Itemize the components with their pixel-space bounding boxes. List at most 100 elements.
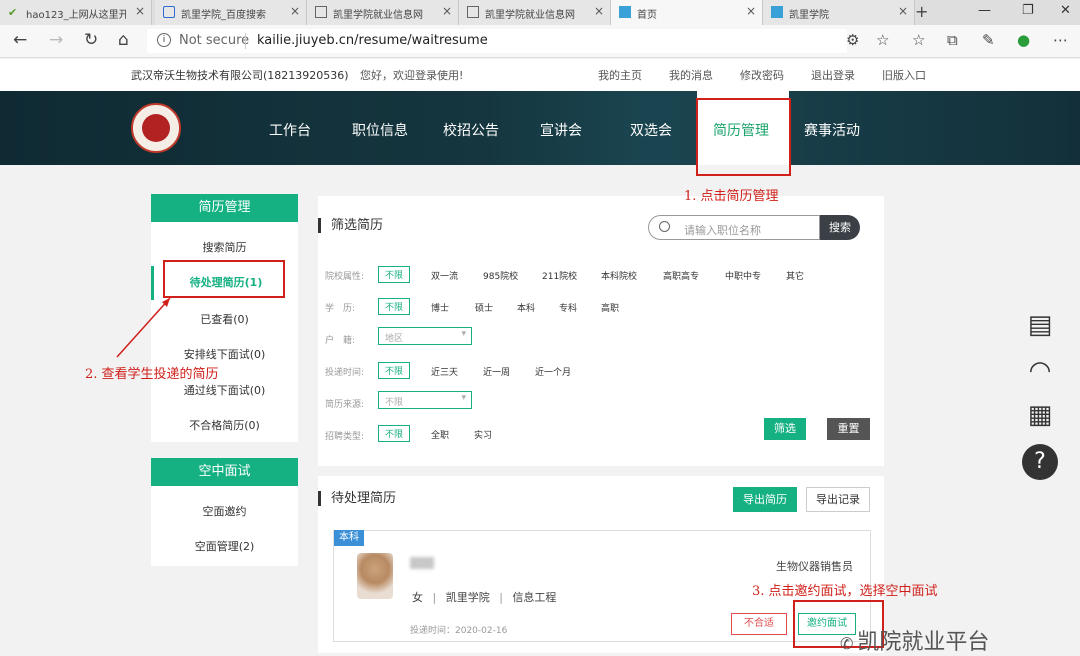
watermark-text: 凯院就业平台 bbox=[857, 630, 990, 655]
browser-tab[interactable]: 凯里学院就业信息网 × bbox=[459, 0, 611, 25]
site-favicon-icon bbox=[771, 6, 783, 18]
filter-label-source: 简历来源: bbox=[325, 400, 365, 410]
sidebar-item-search-resume[interactable]: 搜索简历 bbox=[151, 239, 298, 255]
filter-time-option[interactable]: 近一周 bbox=[483, 365, 510, 378]
filter-school-any[interactable]: 不限 bbox=[378, 266, 411, 283]
filter-type-option[interactable]: 实习 bbox=[474, 428, 492, 441]
close-tab-icon[interactable]: × bbox=[746, 4, 756, 18]
close-tab-icon[interactable]: × bbox=[290, 4, 300, 18]
tab-title: 凯里学院就业信息网 bbox=[333, 10, 423, 21]
annotation-box-nav bbox=[696, 98, 791, 176]
filter-time-any[interactable]: 不限 bbox=[378, 362, 411, 379]
refresh-icon[interactable]: ↻ bbox=[84, 30, 98, 50]
source-select-value: 不限 bbox=[385, 398, 404, 408]
filter-button[interactable]: 筛选 bbox=[764, 418, 806, 440]
filter-edu-option[interactable]: 博士 bbox=[431, 301, 449, 314]
maximize-icon[interactable]: ❐ bbox=[1022, 3, 1034, 18]
browser-tab[interactable]: 凯里学院 × bbox=[763, 0, 915, 25]
url-text[interactable]: kailie.jiuyeb.cn/resume/waitresume bbox=[257, 33, 488, 48]
chevron-down-icon: ▾ bbox=[461, 393, 466, 403]
filter-school-option[interactable]: 本科院校 bbox=[601, 269, 637, 282]
sidebar-item-rejected[interactable]: 不合格简历(0) bbox=[151, 417, 298, 433]
nav-workbench[interactable]: 工作台 bbox=[269, 120, 311, 140]
forward-icon[interactable]: → bbox=[49, 30, 63, 50]
source-select[interactable]: 不限 ▾ bbox=[378, 391, 472, 409]
close-window-icon[interactable]: ✕ bbox=[1060, 3, 1071, 18]
filter-type-option[interactable]: 全职 bbox=[431, 428, 449, 441]
filter-label-time: 投递时间: bbox=[325, 368, 365, 378]
annotation-step3: 3. 点击邀约面试，选择空中面试 bbox=[752, 584, 938, 599]
filter-school-option[interactable]: 双一流 bbox=[431, 269, 458, 282]
submit-date: 投递时间：2020-02-16 bbox=[410, 626, 508, 636]
info-icon[interactable]: i bbox=[157, 33, 171, 47]
sidebar-air-menu: 空面邀约 空面管理(2) bbox=[151, 486, 298, 566]
nav-jobs[interactable]: 职位信息 bbox=[352, 120, 408, 140]
watermark: ✆ 凯院就业平台 bbox=[840, 624, 989, 656]
browser-tab[interactable]: 凯里学院就业信息网 × bbox=[307, 0, 459, 25]
new-tab-icon[interactable]: + bbox=[915, 2, 928, 21]
filter-school-option[interactable]: 中职中专 bbox=[725, 269, 761, 282]
document-favicon-icon bbox=[315, 6, 327, 18]
filter-school-option[interactable]: 211院校 bbox=[542, 269, 577, 282]
extension-icon[interactable]: ✎ bbox=[982, 31, 995, 49]
document-icon[interactable]: ▤ bbox=[1022, 310, 1058, 346]
link-my-messages[interactable]: 我的消息 bbox=[669, 67, 713, 83]
close-tab-icon[interactable]: × bbox=[135, 4, 145, 18]
close-tab-icon[interactable]: × bbox=[898, 4, 908, 18]
filter-school-option[interactable]: 高职高专 bbox=[663, 269, 699, 282]
filter-edu-option[interactable]: 专科 bbox=[559, 301, 577, 314]
qr-code-icon[interactable]: ▦ bbox=[1022, 400, 1058, 436]
browser-tab[interactable]: ✔ hao123_上网从这里开始 × bbox=[0, 0, 152, 25]
filter-edu-option[interactable]: 高职 bbox=[601, 301, 619, 314]
translate-icon[interactable]: ⚙ bbox=[846, 31, 859, 49]
sidebar-item-air-manage[interactable]: 空面管理(2) bbox=[151, 538, 298, 554]
browser-tab[interactable]: 凯里学院_百度搜索 × bbox=[155, 0, 307, 25]
filter-time-option[interactable]: 近一个月 bbox=[535, 365, 571, 378]
search-input[interactable]: 请输入职位名称 bbox=[648, 215, 820, 240]
university-logo[interactable] bbox=[131, 103, 181, 153]
close-tab-icon[interactable]: × bbox=[594, 4, 604, 18]
link-change-password[interactable]: 修改密码 bbox=[740, 67, 784, 83]
nav-seminars[interactable]: 宣讲会 bbox=[540, 120, 582, 140]
favorite-star-icon[interactable]: ☆ bbox=[876, 31, 889, 49]
headset-icon[interactable]: ◠ bbox=[1022, 356, 1058, 392]
filter-edu-any[interactable]: 不限 bbox=[378, 298, 411, 315]
search-button[interactable]: 搜索 bbox=[820, 215, 860, 240]
reset-button[interactable]: 重置 bbox=[827, 418, 870, 440]
minimize-icon[interactable]: — bbox=[978, 3, 991, 18]
nav-job-fairs[interactable]: 双选会 bbox=[630, 120, 672, 140]
nav-announcements[interactable]: 校招公告 bbox=[443, 120, 499, 140]
filter-type-any[interactable]: 不限 bbox=[378, 425, 411, 442]
sidebar-item-passed-interview[interactable]: 通过线下面试(0) bbox=[151, 382, 298, 398]
filter-school-option[interactable]: 其它 bbox=[786, 269, 804, 282]
link-my-home[interactable]: 我的主页 bbox=[598, 67, 642, 83]
security-label: Not secure bbox=[179, 33, 250, 48]
filter-label-education: 学 历: bbox=[325, 304, 356, 314]
more-menu-icon[interactable]: ⋯ bbox=[1053, 31, 1068, 49]
home-icon[interactable]: ⌂ bbox=[118, 30, 129, 50]
favorites-list-icon[interactable]: ☆ bbox=[912, 31, 925, 49]
collections-icon[interactable]: ⧉ bbox=[947, 31, 958, 49]
close-tab-icon[interactable]: × bbox=[442, 4, 452, 18]
link-logout[interactable]: 退出登录 bbox=[811, 67, 855, 83]
hukou-select[interactable]: 地区 ▾ bbox=[378, 327, 472, 345]
profile-icon[interactable]: ● bbox=[1017, 31, 1030, 49]
export-record-button[interactable]: 导出记录 bbox=[806, 487, 870, 512]
reject-button[interactable]: 不合适 bbox=[731, 613, 787, 635]
avatar bbox=[357, 553, 393, 599]
help-icon[interactable]: ? bbox=[1022, 444, 1058, 480]
sidebar-item-air-invite[interactable]: 空面邀约 bbox=[151, 503, 298, 519]
back-icon[interactable]: ← bbox=[13, 30, 27, 50]
filter-edu-option[interactable]: 本科 bbox=[517, 301, 535, 314]
browser-tab-bar: ✔ hao123_上网从这里开始 × 凯里学院_百度搜索 × 凯里学院就业信息网… bbox=[0, 0, 1080, 25]
export-resume-button[interactable]: 导出简历 bbox=[733, 487, 797, 512]
filter-school-option[interactable]: 985院校 bbox=[483, 269, 518, 282]
url-bar[interactable]: i Not secure kailie.jiuyeb.cn/resume/wai… bbox=[147, 29, 847, 53]
filter-edu-option[interactable]: 硕士 bbox=[475, 301, 493, 314]
browser-tab-active[interactable]: 首页 × bbox=[611, 0, 763, 25]
nav-competitions[interactable]: 赛事活动 bbox=[804, 120, 860, 140]
link-old-version[interactable]: 旧版入口 bbox=[882, 67, 926, 83]
filter-time-option[interactable]: 近三天 bbox=[431, 365, 458, 378]
document-favicon-icon bbox=[467, 6, 479, 18]
tab-title: 凯里学院_百度搜索 bbox=[181, 10, 266, 21]
